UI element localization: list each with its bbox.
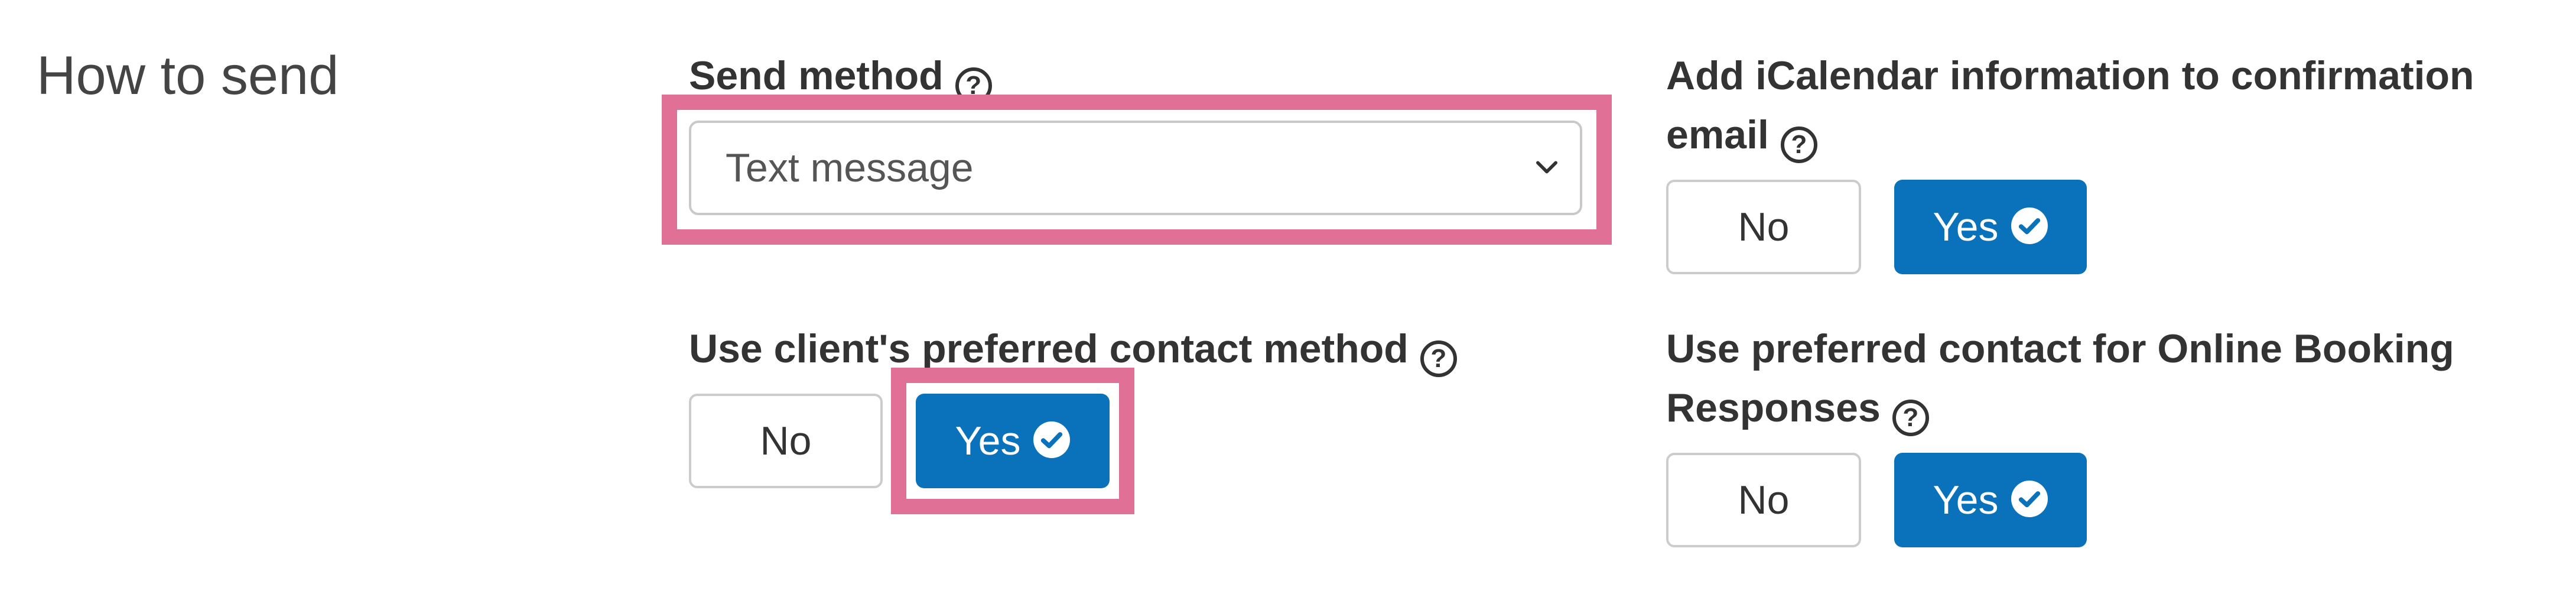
section-title: How to send — [37, 46, 339, 106]
icalendar-yes-button[interactable]: Yes — [1894, 180, 2087, 274]
help-icon[interactable]: ? — [1420, 340, 1457, 377]
check-circle-icon — [2011, 481, 2048, 517]
online-booking-yes-button[interactable]: Yes — [1894, 453, 2087, 547]
icalendar-label-line1: Add iCalendar information to confirmatio… — [1666, 53, 2474, 98]
help-icon[interactable]: ? — [1892, 400, 1929, 436]
online-booking-label-line2: Responses — [1666, 385, 1881, 430]
send-method-select[interactable]: Text message — [689, 121, 1582, 215]
preferred-contact-yes-label: Yes — [955, 418, 1021, 463]
online-booking-yes-label: Yes — [1933, 478, 1999, 523]
check-circle-icon — [1033, 421, 1071, 458]
preferred-contact-yes-button[interactable]: Yes — [916, 394, 1110, 488]
icalendar-label-line2-row: email? — [1666, 105, 2474, 164]
check-circle-icon — [2011, 207, 2048, 244]
icalendar-no-button[interactable]: No — [1666, 180, 1861, 274]
online-booking-label-line1: Use preferred contact for Online Booking — [1666, 326, 2454, 371]
icalendar-label: Add iCalendar information to confirmatio… — [1666, 46, 2474, 164]
chevron-down-icon — [1536, 161, 1557, 174]
preferred-contact-no-button[interactable]: No — [689, 394, 883, 488]
send-method-selected-value: Text message — [726, 145, 974, 190]
send-method-label-text: Send method — [689, 53, 944, 98]
online-booking-no-button[interactable]: No — [1666, 453, 1861, 547]
icalendar-yes-label: Yes — [1933, 205, 1999, 249]
preferred-contact-label-text: Use client's preferred contact method — [689, 326, 1409, 371]
online-booking-label-line2-row: Responses? — [1666, 378, 2454, 437]
help-icon[interactable]: ? — [1780, 126, 1817, 163]
icalendar-label-line2: email — [1666, 112, 1769, 157]
online-booking-label: Use preferred contact for Online Booking… — [1666, 319, 2454, 437]
